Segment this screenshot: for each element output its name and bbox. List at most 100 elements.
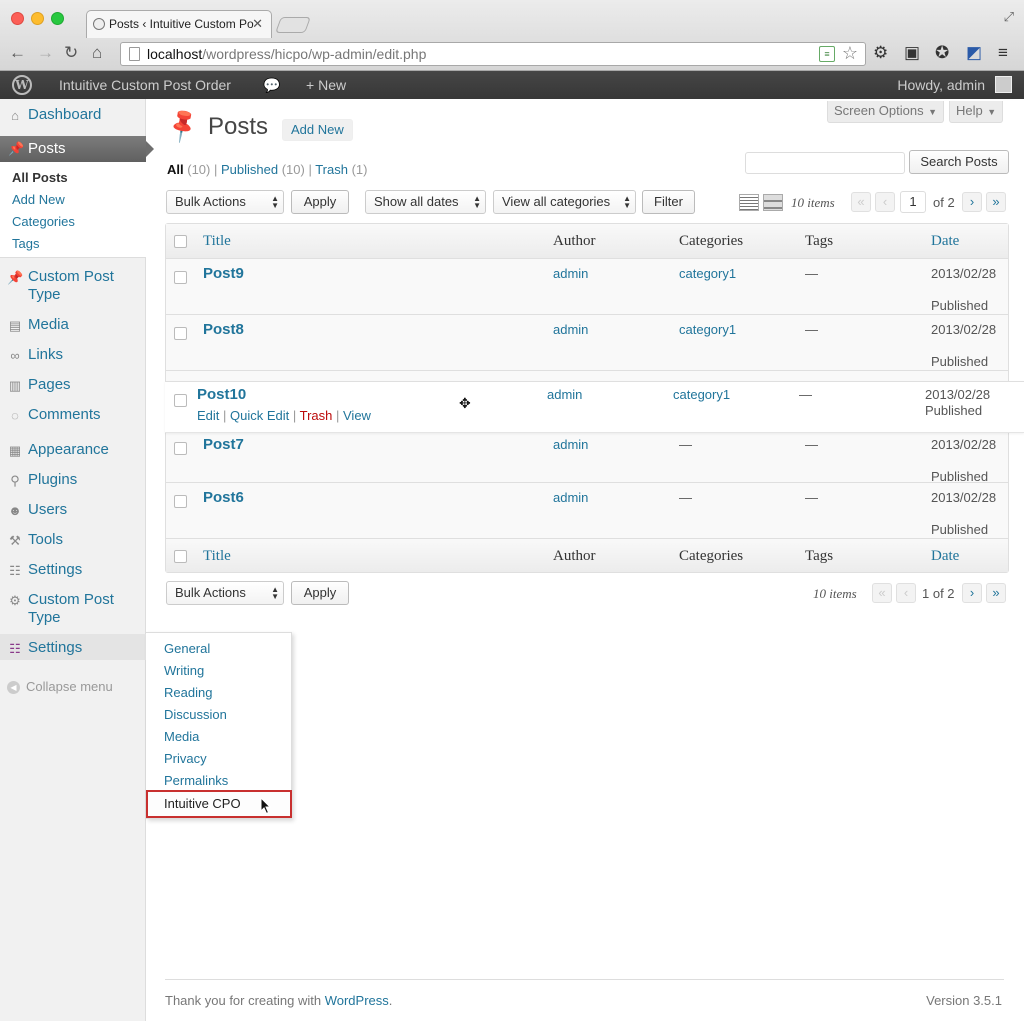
dates-filter-select[interactable]: Show all dates ▲ ▼ — [365, 190, 486, 214]
post-author-link[interactable]: admin — [553, 437, 588, 452]
admin-bar-greeting[interactable]: Howdy, admin — [897, 77, 985, 93]
next-page-button-bottom[interactable]: › — [962, 583, 982, 603]
edit-link[interactable]: Edit — [197, 408, 219, 423]
view-trash[interactable]: Trash — [315, 162, 348, 177]
post-category-link[interactable]: category1 — [679, 322, 736, 337]
close-window-button[interactable] — [11, 12, 24, 25]
wordpress-logo-icon[interactable]: W — [12, 75, 32, 95]
post-author-link[interactable]: admin — [547, 387, 582, 402]
search-input[interactable] — [745, 152, 905, 174]
trash-link[interactable]: Trash — [300, 408, 333, 423]
post-categories: — — [679, 490, 692, 505]
row-checkbox[interactable] — [174, 271, 187, 284]
post-category-link[interactable]: category1 — [673, 387, 730, 402]
comments-bubble-icon[interactable]: 💬 — [263, 77, 280, 94]
submenu-categories[interactable]: Categories — [12, 214, 75, 229]
select-all-checkbox[interactable] — [174, 550, 187, 563]
add-new-button[interactable]: Add New — [282, 119, 353, 141]
view-all[interactable]: All — [167, 162, 184, 177]
triangle-down-icon: ▼ — [925, 107, 938, 117]
select-all-checkbox[interactable] — [174, 235, 187, 248]
table-row[interactable]: Post6 admin — — 2013/02/28 Published — [166, 482, 1008, 538]
row-checkbox[interactable] — [174, 495, 187, 508]
help-button[interactable]: Help ▼ — [949, 101, 1004, 123]
wordpress-link[interactable]: WordPress — [325, 993, 389, 1008]
extension-settings-icon[interactable]: ✪ — [935, 44, 949, 62]
gear-icon: ⚙ — [9, 593, 21, 608]
bulk-actions-select-bottom[interactable]: Bulk Actions ▲ ▼ — [166, 581, 284, 605]
search-posts-button[interactable]: Search Posts — [909, 150, 1009, 174]
select-arrows-icon: ▲ ▼ — [473, 194, 481, 210]
address-bar[interactable]: localhost/wordpress/hicpo/wp-admin/edit.… — [120, 42, 866, 66]
post-title-link[interactable]: Post6 — [203, 489, 244, 506]
post-author-link[interactable]: admin — [553, 266, 588, 281]
admin-bar: W Intuitive Custom Post Order 💬 + New Ho… — [0, 71, 1024, 99]
submenu-add-new[interactable]: Add New — [12, 192, 65, 207]
submenu-all-posts[interactable]: All Posts — [12, 170, 68, 185]
row-checkbox[interactable] — [174, 327, 187, 340]
current-page-input[interactable]: 1 — [900, 191, 926, 213]
post-title-link[interactable]: Post9 — [203, 265, 244, 282]
extension-gear-icon[interactable]: ⚙ — [873, 44, 888, 62]
post-author-link[interactable]: admin — [553, 322, 588, 337]
screen-options-button[interactable]: Screen Options ▼ — [827, 101, 945, 123]
table-row[interactable]: Post8 admin category1 — 2013/02/28 Publi… — [166, 314, 1008, 370]
last-page-button-bottom[interactable]: » — [986, 583, 1006, 603]
submenu-tags[interactable]: Tags — [12, 236, 39, 251]
column-title[interactable]: Title — [203, 233, 231, 250]
browser-menu-icon[interactable]: ≡ — [998, 44, 1008, 62]
browser-tab[interactable]: Posts ‹ Intuitive Custom Po ✕ — [86, 10, 272, 38]
apply-button-bottom[interactable]: Apply — [291, 581, 349, 605]
admin-bar-new[interactable]: + New — [306, 77, 346, 93]
back-arrow-icon[interactable]: ← — [9, 44, 26, 62]
next-page-button[interactable]: › — [962, 192, 982, 212]
column-date[interactable]: Date — [931, 548, 959, 565]
column-title[interactable]: Title — [203, 548, 231, 565]
forward-arrow-icon[interactable]: → — [37, 44, 54, 62]
avatar[interactable] — [995, 76, 1012, 93]
post-title-link[interactable]: Post7 — [203, 436, 244, 453]
table-row[interactable]: Post7 admin — — 2013/02/28 Published — [166, 436, 1008, 484]
bulk-actions-select[interactable]: Bulk Actions ▲ ▼ — [166, 190, 284, 214]
post-title-link[interactable]: Post10 — [197, 386, 246, 403]
view-link[interactable]: View — [343, 408, 371, 423]
post-author-link[interactable]: admin — [553, 490, 588, 505]
view-published[interactable]: Published — [221, 162, 278, 177]
home-icon[interactable]: ⌂ — [92, 44, 102, 62]
close-tab-icon[interactable]: ✕ — [252, 16, 263, 32]
view-trash-count: (1) — [351, 162, 368, 177]
minimize-window-button[interactable] — [31, 12, 44, 25]
dragging-row[interactable]: Post10 admin category1 — 2013/02/28 Publ… — [165, 381, 1024, 433]
row-checkbox[interactable] — [174, 442, 187, 455]
quick-edit-link[interactable]: Quick Edit — [230, 408, 289, 423]
rss-icon[interactable]: ≡ — [819, 46, 835, 62]
bulk-actions-value: Bulk Actions — [175, 585, 246, 600]
excerpt-view-icon[interactable] — [763, 194, 783, 211]
first-page-button[interactable]: « — [851, 192, 871, 212]
apply-button[interactable]: Apply — [291, 190, 349, 214]
bookmark-star-icon[interactable]: ☆ — [842, 43, 858, 64]
filter-button[interactable]: Filter — [642, 190, 695, 214]
menu-custom-post-type-label: Custom Post Type — [28, 268, 114, 303]
first-page-button-bottom[interactable]: « — [872, 583, 892, 603]
post-category-link[interactable]: category1 — [679, 266, 736, 281]
extension-box-icon[interactable]: ▣ — [904, 44, 920, 62]
select-arrows-icon: ▲ ▼ — [271, 585, 279, 601]
fullscreen-icon[interactable]: ⤢ — [1004, 9, 1014, 25]
prev-page-button-bottom[interactable]: ‹ — [896, 583, 916, 603]
last-page-button[interactable]: » — [986, 192, 1006, 212]
extension-app-icon[interactable]: ◩ — [966, 44, 982, 62]
zoom-window-button[interactable] — [51, 12, 64, 25]
reload-icon[interactable]: ↻ — [64, 44, 78, 62]
post-title-link[interactable]: Post8 — [203, 321, 244, 338]
collapse-menu[interactable]: ◀ Collapse menu — [7, 679, 113, 694]
admin-bar-site-name[interactable]: Intuitive Custom Post Order — [59, 77, 231, 93]
menu-posts[interactable]: 📌 Posts — [0, 136, 154, 162]
prev-page-button[interactable]: ‹ — [875, 192, 895, 212]
new-tab-button[interactable] — [275, 17, 311, 33]
table-row[interactable]: Post9 admin category1 — 2013/02/28 Publi… — [166, 258, 1008, 314]
column-date[interactable]: Date — [931, 233, 959, 250]
list-view-icon[interactable] — [739, 194, 759, 211]
categories-filter-select[interactable]: View all categories ▲ ▼ — [493, 190, 636, 214]
row-checkbox[interactable] — [174, 394, 187, 407]
